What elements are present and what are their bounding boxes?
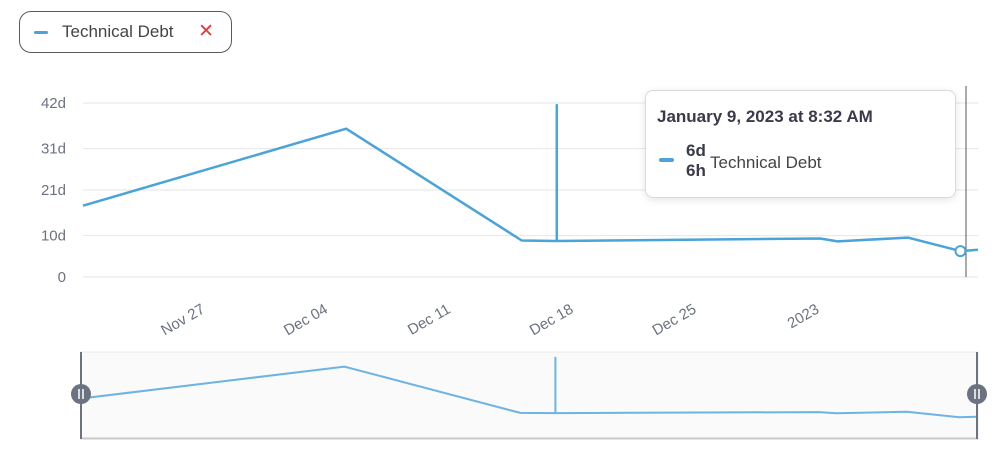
navigator[interactable] — [71, 351, 987, 440]
x-tick-label: 2023 — [785, 301, 822, 332]
navigator-right-handle[interactable] — [967, 384, 987, 404]
y-tick-label: 42d — [41, 95, 66, 112]
x-tick-label: Dec 25 — [650, 301, 700, 339]
y-tick-label: 0 — [58, 269, 66, 286]
tooltip-series: Technical Debt — [710, 153, 822, 172]
navigator-background — [80, 351, 979, 440]
tooltip-value: 6d 6h — [686, 141, 706, 180]
x-tick-label: Dec 11 — [405, 301, 454, 339]
x-axis: Nov 27 Dec 04 Dec 11 Dec 18 Dec 25 2023 — [158, 301, 822, 339]
tooltip-title: January 9, 2023 at 8:32 AM — [657, 107, 873, 126]
y-axis: 0 10d 21d 31d 42d — [41, 95, 66, 286]
navigator-left-handle[interactable] — [71, 384, 91, 404]
y-tick-label: 31d — [41, 141, 66, 158]
chart: 0 10d 21d 31d 42d Nov 27 Dec 04 Dec 11 Dec 18 De… — [41, 86, 987, 440]
highlight-point — [954, 245, 967, 258]
y-tick-label: 10d — [41, 228, 66, 245]
tooltip-swatch — [659, 158, 674, 162]
y-tick-label: 21d — [41, 182, 66, 199]
x-tick-label: Dec 18 — [527, 301, 577, 339]
x-tick-label: Dec 04 — [281, 301, 331, 339]
x-tick-label: Nov 27 — [158, 301, 208, 339]
tooltip: January 9, 2023 at 8:32 AM 6d 6h Technic… — [645, 90, 956, 198]
